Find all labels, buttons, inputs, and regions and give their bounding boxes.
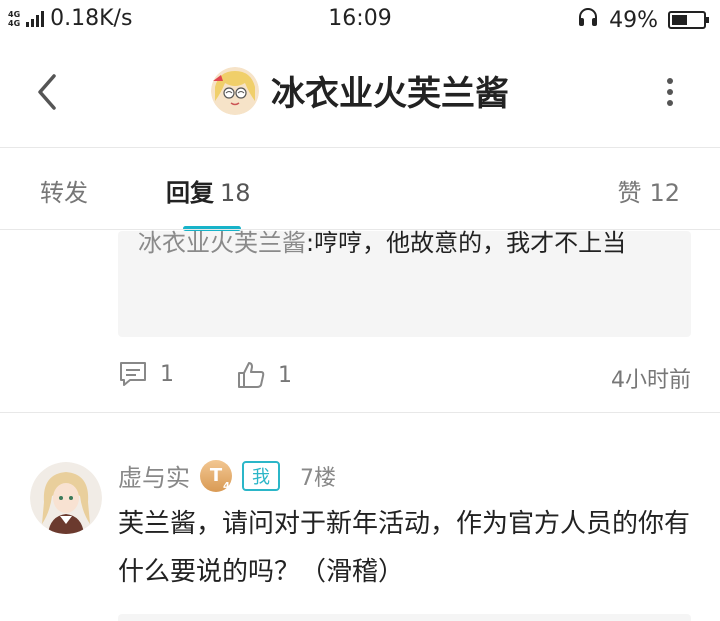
title-group: 冰衣业火芙兰酱	[0, 66, 720, 115]
tab-like-count: 12	[649, 179, 680, 207]
level-sub: 4	[223, 480, 230, 492]
tab-reply-count: 18	[220, 179, 251, 207]
tab-like-label: 赞	[617, 179, 642, 207]
post-header: 虚与实 T4 我 7楼	[118, 458, 336, 493]
level-letter: T	[209, 465, 223, 486]
more-vertical-icon	[667, 78, 673, 84]
like-button[interactable]: 1	[236, 360, 292, 390]
reply-time: 4小时前	[611, 368, 691, 393]
sub-reply-content: 哼哼，他故意的，我才不上当	[314, 229, 627, 257]
sub-reply-box[interactable]: 冰衣业火芙兰酱:哼哼，他故意的，我才不上当	[118, 229, 691, 337]
tab-bar: 转发 回复 18 赞 12	[0, 149, 720, 229]
comment-button[interactable]: 1	[118, 360, 174, 388]
battery-percent: 49%	[609, 7, 658, 33]
like-count: 1	[278, 362, 292, 388]
tab-like[interactable]: 赞 12	[617, 173, 680, 208]
headset-icon	[577, 6, 599, 34]
reply-actions: 1 1 4小时前	[118, 356, 691, 396]
post-body[interactable]: 芙兰酱，请问对于新年活动，作为官方人员的你有什么要说的吗？（滑稽）	[118, 500, 698, 596]
level-badge: T4	[200, 459, 232, 492]
status-bar: 4G 4G 0.18K/s 16:09 49%	[0, 0, 720, 38]
sub-reply-separator: :	[306, 229, 315, 257]
post-divider	[0, 412, 720, 413]
floor-number: 7楼	[300, 465, 336, 491]
post-author[interactable]: 虚与实	[118, 458, 190, 493]
tab-reply-label: 回复	[166, 179, 214, 207]
comment-count: 1	[160, 361, 174, 387]
sub-reply-box-partial[interactable]	[118, 614, 691, 621]
author-avatar[interactable]	[211, 66, 259, 115]
thumb-up-icon	[238, 362, 265, 388]
sub-reply-text: 冰衣业火芙兰酱:哼哼，他故意的，我才不上当	[138, 221, 671, 265]
battery-icon	[668, 11, 709, 29]
more-button[interactable]	[660, 74, 680, 110]
tab-forward[interactable]: 转发	[40, 173, 88, 208]
me-tag: 我	[242, 460, 280, 491]
header-divider	[0, 147, 720, 148]
sub-reply-author[interactable]: 冰衣业火芙兰酱	[138, 229, 306, 257]
title-bar: 冰衣业火芙兰酱	[0, 38, 720, 148]
avatar[interactable]	[30, 462, 102, 534]
tab-forward-label: 转发	[40, 179, 88, 207]
comment-icon	[120, 362, 146, 386]
status-right: 49%	[577, 6, 709, 34]
battery-fill	[672, 15, 687, 25]
tab-reply[interactable]: 回复 18	[166, 173, 251, 208]
page-title: 冰衣业火芙兰酱	[271, 74, 509, 114]
